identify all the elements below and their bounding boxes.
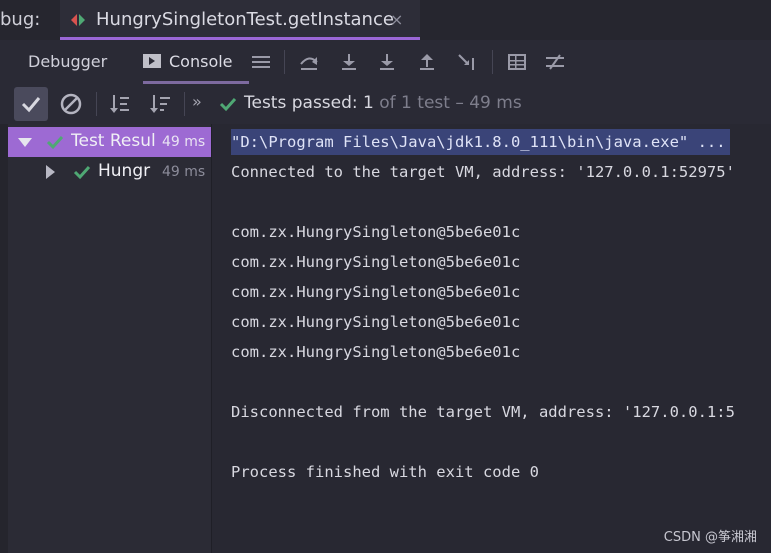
tab-console-label: Console bbox=[169, 52, 233, 71]
step-over-icon[interactable] bbox=[298, 52, 320, 72]
close-icon[interactable]: × bbox=[390, 10, 403, 29]
menu-icon[interactable] bbox=[250, 52, 272, 72]
step-out-icon[interactable] bbox=[416, 52, 438, 72]
tree-row-hungry-singleton[interactable]: Hungr 49 ms bbox=[8, 157, 211, 187]
tab-title: HungrySingletonTest.getInstance bbox=[96, 9, 394, 30]
watermark: CSDN @筝湘湘 bbox=[663, 530, 757, 545]
window-title-prefix: bug: bbox=[0, 9, 41, 30]
tab-console[interactable]: Console bbox=[143, 40, 249, 84]
force-step-into-icon[interactable] bbox=[376, 52, 398, 72]
check-icon bbox=[21, 97, 41, 113]
console-line: Process finished with exit code 0 bbox=[231, 463, 539, 481]
sort-alphabetically-icon[interactable] bbox=[108, 92, 132, 116]
tree-row-time: 49 ms bbox=[162, 134, 206, 150]
debug-toolbar: Debugger Console bbox=[0, 40, 771, 85]
passed-check-icon bbox=[219, 97, 237, 112]
left-gutter bbox=[0, 124, 8, 553]
console-line: Connected to the target VM, address: '12… bbox=[231, 163, 735, 181]
ignored-icon bbox=[60, 93, 82, 115]
console-line: com.zx.HungrySingleton@5be6e01c bbox=[231, 253, 521, 271]
test-status: Tests passed: 1 of 1 test – 49 ms bbox=[244, 93, 522, 113]
run-to-cursor-icon[interactable] bbox=[456, 52, 478, 72]
console-line: com.zx.HungrySingleton@5be6e01c bbox=[231, 343, 521, 361]
console-line: Disconnected from the target VM, address… bbox=[231, 403, 735, 421]
test-toolbar: » Tests passed: 1 of 1 test – 49 ms bbox=[0, 84, 771, 124]
toolbar-separator bbox=[96, 92, 97, 116]
passed-check-icon bbox=[46, 135, 64, 150]
toolbar-separator bbox=[492, 50, 493, 74]
test-tree: Test Resul 49 ms Hungr 49 ms bbox=[8, 124, 212, 553]
tree-row-time: 49 ms bbox=[162, 164, 206, 180]
console-line: com.zx.HungrySingleton@5be6e01c bbox=[231, 223, 521, 241]
step-into-icon[interactable] bbox=[338, 52, 360, 72]
test-status-main: Tests passed: 1 bbox=[244, 93, 374, 113]
chevron-down-icon[interactable] bbox=[18, 138, 32, 147]
console-line: com.zx.HungrySingleton@5be6e01c bbox=[231, 313, 521, 331]
tab-hungry-singleton-test[interactable]: HungrySingletonTest.getInstance × bbox=[60, 0, 420, 40]
tree-row-label: Test Resul bbox=[71, 131, 156, 151]
show-passed-button[interactable] bbox=[14, 87, 48, 121]
tree-row-label: Hungr bbox=[98, 161, 151, 181]
console-line: "D:\Program Files\Java\jdk1.8.0_111\bin\… bbox=[231, 129, 730, 155]
show-ignored-button[interactable] bbox=[54, 87, 88, 121]
tab-debugger[interactable]: Debugger bbox=[28, 52, 107, 71]
passed-check-icon bbox=[73, 165, 91, 180]
trace-icon[interactable] bbox=[544, 52, 566, 72]
console-output[interactable]: "D:\Program Files\Java\jdk1.8.0_111\bin\… bbox=[212, 124, 771, 553]
title-bar: bug: HungrySingletonTest.getInstance × bbox=[0, 0, 771, 40]
chevron-right-icon[interactable] bbox=[46, 165, 55, 179]
toolbar-separator bbox=[184, 92, 185, 116]
run-config-icon bbox=[71, 14, 85, 26]
evaluate-icon[interactable] bbox=[506, 52, 528, 72]
console-line: com.zx.HungrySingleton@5be6e01c bbox=[231, 283, 521, 301]
more-actions-button[interactable]: » bbox=[192, 92, 202, 111]
console-icon bbox=[143, 54, 161, 68]
tree-row-test-results[interactable]: Test Resul 49 ms bbox=[8, 127, 211, 157]
sort-by-duration-icon[interactable] bbox=[148, 92, 172, 116]
test-status-detail: of 1 test – 49 ms bbox=[373, 93, 522, 113]
toolbar-separator bbox=[284, 50, 285, 74]
